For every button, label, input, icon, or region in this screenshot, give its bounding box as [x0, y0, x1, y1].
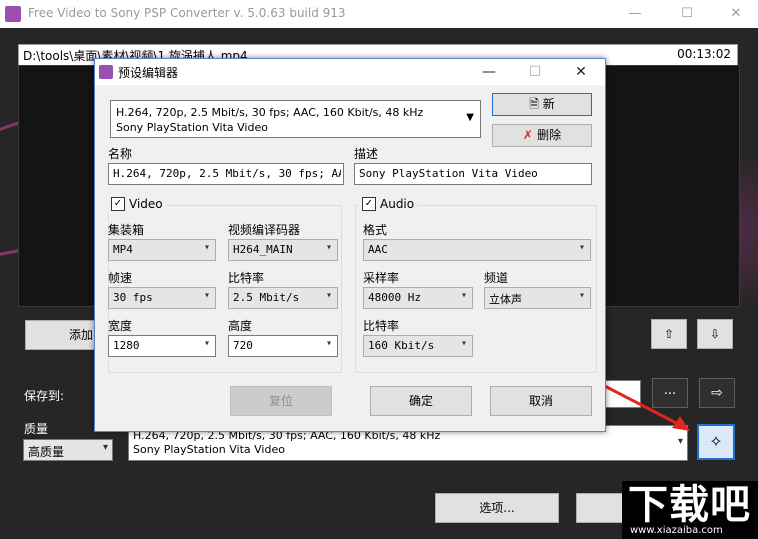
height-select[interactable]: 720 ▾ [228, 335, 338, 357]
folder-arrow-icon: ⇨ [711, 385, 723, 401]
quality-value: 高质量 [28, 445, 65, 459]
delete-preset-label: 删除 [537, 128, 562, 142]
new-preset-button[interactable]: 🗎 新 [492, 93, 592, 116]
dialog-title-bar: 预设编辑器 — ☐ ✕ [95, 59, 605, 85]
quality-select[interactable]: 高质量 ▾ [23, 439, 113, 461]
title-bar: Free Video to Sony PSP Converter v. 5.0.… [0, 0, 758, 28]
preset-line2: Sony PlayStation Vita Video [133, 443, 285, 456]
chevron-down-icon: ▾ [325, 242, 332, 253]
samplerate-select[interactable]: 48000 Hz ▾ [363, 287, 473, 309]
ok-button[interactable]: 确定 [370, 386, 472, 416]
move-up-button[interactable]: ⇧ [651, 319, 687, 349]
width-value: 1280 [113, 339, 140, 352]
height-value: 720 [233, 339, 253, 352]
audio-bitrate-value: 160 Kbit/s [368, 339, 435, 352]
watermark-logo: 下载吧 [628, 482, 751, 528]
open-folder-button[interactable]: ⇨ [699, 378, 735, 408]
dialog-maximize-button[interactable]: ☐ [513, 61, 557, 83]
container-value: MP4 [113, 243, 133, 256]
video-bitrate-select[interactable]: 2.5 Mbit/s ▾ [228, 287, 338, 309]
audio-bitrate-label: 比特率 [363, 319, 400, 333]
format-value: AAC [368, 243, 388, 256]
window-title: Free Video to Sony PSP Converter v. 5.0.… [28, 6, 346, 20]
delete-preset-button[interactable]: ✗ 删除 [492, 124, 592, 147]
quality-label: 质量 [24, 422, 49, 436]
file-duration: 00:13:02 [677, 47, 731, 61]
delete-x-icon: ✗ [522, 128, 538, 142]
chevron-down-icon: ▾ [578, 242, 585, 253]
container-select[interactable]: MP4 ▾ [108, 239, 216, 261]
options-button[interactable]: 选项... [435, 493, 559, 523]
video-checkbox[interactable]: ✓ [111, 197, 125, 211]
app-icon [5, 6, 21, 22]
audio-group-title: ✓ Audio [359, 197, 418, 211]
dialog-preset-select[interactable]: H.264, 720p, 2.5 Mbit/s, 30 fps; AAC, 16… [110, 100, 481, 138]
new-preset-label: 新 [542, 97, 555, 111]
site-watermark: 下载吧 www.xiazaiba.com [622, 481, 758, 539]
height-label: 高度 [228, 319, 253, 333]
reset-button[interactable]: 复位 [230, 386, 332, 416]
fps-value: 30 fps [113, 291, 153, 304]
format-label: 格式 [363, 223, 388, 237]
chevron-down-icon: ▾ [203, 338, 210, 349]
chevron-down-icon: ▾ [203, 242, 210, 253]
document-icon: 🗎 [529, 97, 543, 111]
arrow-down-icon: ⇩ [709, 327, 721, 341]
audio-bitrate-select[interactable]: 160 Kbit/s ▾ [363, 335, 473, 357]
codec-value: H264_MAIN [233, 243, 293, 256]
audio-checkbox[interactable]: ✓ [362, 197, 376, 211]
video-group-label: Video [129, 197, 163, 211]
codec-label: 视频编译码器 [228, 223, 301, 237]
maximize-button[interactable]: ☐ [665, 4, 709, 24]
container-label: 集装箱 [108, 223, 145, 237]
description-input-value: Sony PlayStation Vita Video [359, 167, 538, 180]
chevron-down-icon: ▾ [460, 338, 467, 349]
cancel-button[interactable]: 取消 [490, 386, 592, 416]
fps-label: 帧速 [108, 271, 133, 285]
chevron-down-icon: ▾ [578, 290, 585, 301]
description-label: 描述 [354, 147, 379, 161]
chevron-down-icon: ▼ [466, 112, 474, 123]
samplerate-label: 采样率 [363, 271, 400, 285]
dialog-title: 预设编辑器 [118, 66, 179, 80]
dialog-app-icon [99, 65, 113, 79]
fps-select[interactable]: 30 fps ▾ [108, 287, 216, 309]
minimize-button[interactable]: — [613, 4, 657, 24]
preset-editor-dialog: 预设编辑器 — ☐ ✕ H.264, 720p, 2.5 Mbit/s, 30 … [94, 58, 606, 432]
name-input-value: H.264, 720p, 2.5 Mbit/s, 30 fps; AAC, [113, 167, 341, 180]
watermark-url: www.xiazaiba.com [630, 525, 723, 536]
dialog-preset-line2: Sony PlayStation Vita Video [116, 121, 268, 134]
dialog-close-button[interactable]: ✕ [559, 61, 603, 83]
width-select[interactable]: 1280 ▾ [108, 335, 216, 357]
channel-label: 频道 [484, 271, 509, 285]
chevron-down-icon: ▾ [102, 442, 108, 453]
chevron-down-icon: ▾ [325, 338, 332, 349]
video-group-title: ✓ Video [108, 197, 166, 211]
name-input[interactable]: H.264, 720p, 2.5 Mbit/s, 30 fps; AAC, [108, 163, 344, 185]
magic-wand-icon: ✧ [709, 432, 723, 451]
save-to-label: 保存到: [24, 389, 65, 403]
video-bitrate-value: 2.5 Mbit/s [233, 291, 300, 304]
width-label: 宽度 [108, 319, 133, 333]
samplerate-value: 48000 Hz [368, 291, 421, 304]
dialog-preset-line1: H.264, 720p, 2.5 Mbit/s, 30 fps; AAC, 16… [116, 106, 424, 119]
move-down-button[interactable]: ⇩ [697, 319, 733, 349]
dialog-minimize-button[interactable]: — [467, 61, 511, 83]
description-input[interactable]: Sony PlayStation Vita Video [354, 163, 592, 185]
codec-select[interactable]: H264_MAIN ▾ [228, 239, 338, 261]
close-button[interactable]: ✕ [714, 4, 758, 24]
format-select[interactable]: AAC ▾ [363, 239, 591, 261]
name-label: 名称 [108, 147, 133, 161]
channel-select[interactable]: 立体声 ▾ [484, 287, 591, 309]
audio-group-label: Audio [380, 197, 415, 211]
chevron-down-icon: ▾ [203, 290, 210, 301]
chevron-down-icon: ▾ [460, 290, 467, 301]
channel-value: 立体声 [489, 293, 522, 306]
chevron-down-icon: ▾ [325, 290, 332, 301]
video-bitrate-label: 比特率 [228, 271, 265, 285]
arrow-up-icon: ⇧ [663, 327, 675, 341]
app-window: Free Video to Sony PSP Converter v. 5.0.… [0, 0, 758, 539]
edit-preset-button[interactable]: ✧ [697, 424, 735, 460]
